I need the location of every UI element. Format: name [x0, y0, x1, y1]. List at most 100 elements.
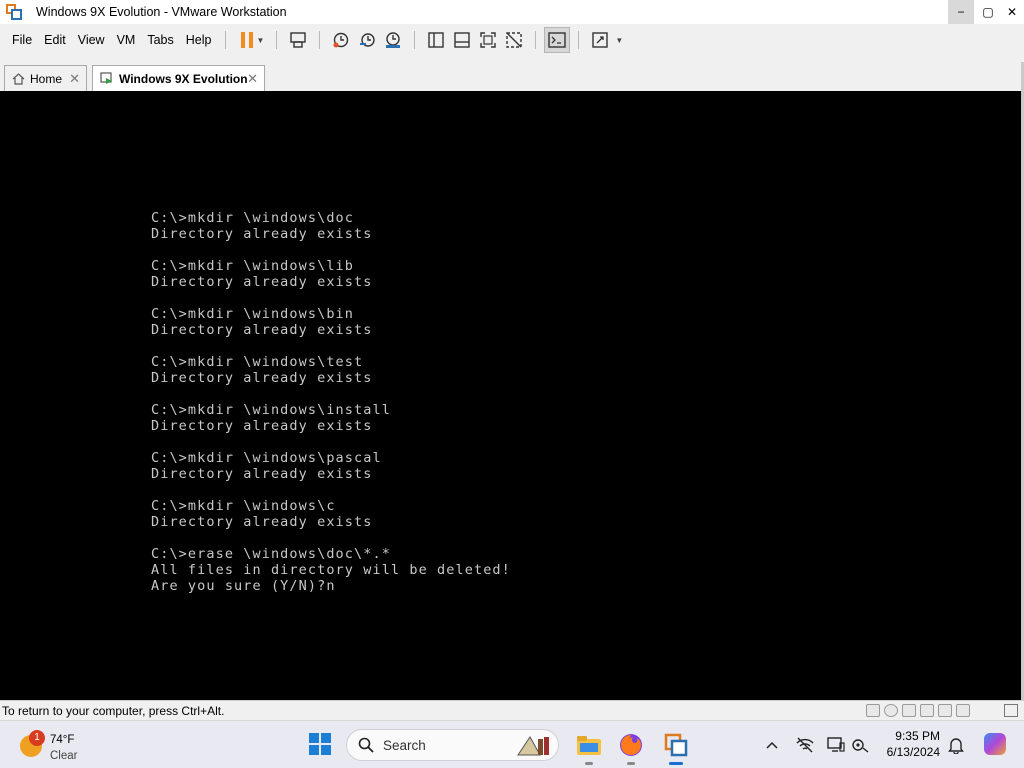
app-active-indicator [669, 762, 683, 765]
tab-home[interactable]: Home ✕ [4, 65, 87, 91]
revert-snapshot-icon[interactable] [354, 27, 380, 53]
terminal-line: Directory already exists [151, 370, 373, 386]
full-screen-icon[interactable] [475, 27, 501, 53]
notification-bell-icon[interactable] [946, 735, 966, 755]
message-log-icon[interactable] [1004, 704, 1018, 717]
terminal-line: C:\>mkdir \windows\test [151, 354, 364, 370]
terminal-line: C:\>mkdir \windows\pascal [151, 450, 382, 466]
pause-icon[interactable] [234, 27, 260, 53]
close-button[interactable]: ✕ [1000, 0, 1024, 24]
menu-vm[interactable]: VM [117, 33, 136, 47]
stretch-dropdown-icon[interactable]: ▼ [615, 36, 623, 45]
snapshot-manager-icon[interactable] [380, 27, 406, 53]
usb-icon[interactable] [938, 704, 952, 717]
status-bar: To return to your computer, press Ctrl+A… [0, 700, 1024, 720]
toolbar-separator [319, 31, 321, 49]
window-controls: − ▢ ✕ [948, 0, 1024, 24]
taskbar: 1 74°F Clear Search 9:35 PM 6/13/2024 [0, 720, 1024, 768]
snapshot-icon[interactable] [328, 27, 354, 53]
chevron-up-icon[interactable] [762, 735, 782, 755]
app-running-indicator [585, 762, 593, 765]
menu-edit[interactable]: Edit [44, 33, 66, 47]
stretch-icon[interactable] [587, 27, 613, 53]
floppy-icon[interactable] [902, 704, 916, 717]
toolbar-separator [276, 31, 278, 49]
app-running-indicator [627, 762, 635, 765]
close-icon[interactable]: ✕ [69, 71, 80, 87]
weather-badge: 1 [29, 730, 45, 746]
terminal-line: C:\>mkdir \windows\c [151, 498, 336, 514]
terminal-line: Are you sure (Y/N)?n [151, 578, 336, 594]
system-clock[interactable]: 9:35 PM 6/13/2024 [887, 728, 940, 760]
terminal-line: C:\>erase \windows\doc\*.* [151, 546, 391, 562]
search-highlight-icon [517, 736, 549, 756]
hard-disk-icon[interactable] [866, 704, 880, 717]
cd-rom-icon[interactable] [884, 704, 898, 717]
menu-bar: File Edit View VM Tabs Help ▼ ▼ [0, 24, 1024, 56]
clock-time: 9:35 PM [895, 729, 940, 743]
dos-terminal-output: C:\>mkdir \windows\doc Directory already … [151, 210, 511, 594]
minimize-button[interactable]: − [948, 0, 974, 24]
settings-icon[interactable] [850, 735, 870, 755]
vmware-icon[interactable] [660, 729, 692, 765]
toolbar-separator [225, 31, 227, 49]
network-adapter-icon[interactable] [920, 704, 934, 717]
weather-widget[interactable]: 1 74°F Clear [18, 727, 108, 763]
terminal-line: C:\>mkdir \windows\bin [151, 306, 355, 322]
terminal-line: Directory already exists [151, 418, 373, 434]
terminal-line: Directory already exists [151, 274, 373, 290]
toolbar-separator [414, 31, 416, 49]
maximize-button[interactable]: ▢ [976, 0, 1000, 24]
search-label: Search [383, 738, 426, 753]
toolbar-separator [535, 31, 537, 49]
network-icon[interactable] [795, 735, 815, 755]
menu-file[interactable]: File [12, 33, 32, 47]
sound-card-icon[interactable] [956, 704, 970, 717]
start-button[interactable] [309, 733, 331, 755]
tab-vm[interactable]: Windows 9X Evolution ✕ [92, 65, 265, 91]
file-explorer-icon[interactable] [573, 729, 605, 765]
terminal-line: Directory already exists [151, 226, 373, 242]
menu-tabs[interactable]: Tabs [147, 33, 173, 47]
terminal-line: C:\>mkdir \windows\lib [151, 258, 355, 274]
tab-bar: Home ✕ Windows 9X Evolution ✕ [0, 62, 1024, 91]
thumbnail-bar-icon[interactable] [449, 27, 475, 53]
terminal-line: C:\>mkdir \windows\install [151, 402, 391, 418]
weather-temperature: 74°F [50, 734, 75, 746]
send-ctrl-alt-del-icon[interactable] [285, 27, 311, 53]
unity-icon[interactable] [501, 27, 527, 53]
sidebar-icon[interactable] [423, 27, 449, 53]
vm-console[interactable]: C:\>mkdir \windows\doc Directory already … [0, 91, 1024, 700]
search-icon [358, 737, 374, 753]
taskbar-search[interactable]: Search [346, 729, 559, 761]
terminal-line: C:\>mkdir \windows\doc [151, 210, 355, 226]
device-icons [866, 704, 970, 717]
home-icon [12, 72, 25, 85]
copilot-icon[interactable] [984, 733, 1006, 755]
display-icon[interactable] [826, 735, 846, 755]
weather-condition: Clear [50, 750, 78, 762]
terminal-line: Directory already exists [151, 514, 373, 530]
menu-view[interactable]: View [78, 33, 105, 47]
close-icon[interactable]: ✕ [247, 71, 258, 87]
tab-home-label: Home [30, 71, 63, 86]
status-message: To return to your computer, press Ctrl+A… [2, 704, 225, 718]
title-bar: Windows 9X Evolution - VMware Workstatio… [0, 0, 1024, 24]
window-title: Windows 9X Evolution - VMware Workstatio… [36, 5, 287, 19]
console-view-icon[interactable] [544, 27, 571, 53]
menu-help[interactable]: Help [186, 33, 212, 47]
terminal-line: Directory already exists [151, 322, 373, 338]
firefox-icon[interactable] [615, 729, 647, 765]
vm-icon [100, 71, 114, 86]
clock-date: 6/13/2024 [886, 745, 940, 759]
terminal-line: All files in directory will be deleted! [151, 562, 511, 578]
vmware-app-icon [6, 4, 22, 20]
tab-vm-label: Windows 9X Evolution [119, 71, 248, 86]
toolbar-separator [578, 31, 580, 49]
